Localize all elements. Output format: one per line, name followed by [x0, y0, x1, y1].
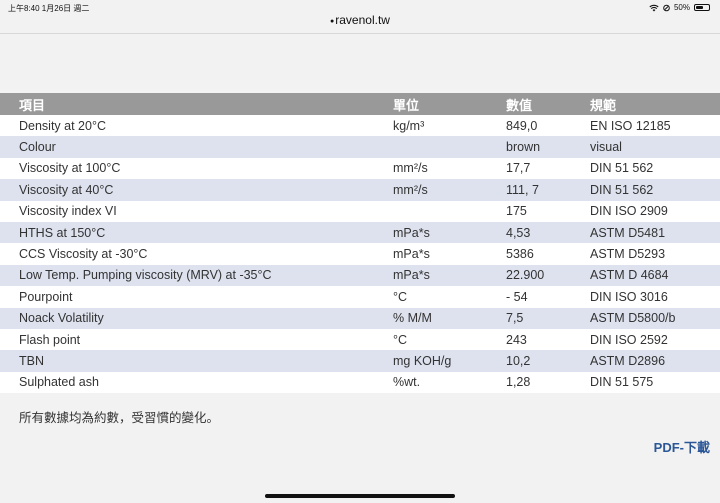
table-row: Flash point °C 243 DIN ISO 2592 [0, 328, 720, 351]
table-row: Viscosity index VI 175 DIN ISO 2909 [0, 200, 720, 222]
row-item: Low Temp. Pumping viscosity (MRV) at -35… [0, 264, 393, 287]
row-value: 7,5 [506, 307, 590, 329]
row-unit: °C [393, 328, 506, 351]
row-unit: °C [393, 286, 506, 308]
row-unit: mPa*s [393, 264, 506, 287]
table-row: Low Temp. Pumping viscosity (MRV) at -35… [0, 264, 720, 287]
row-item: Sulphated ash [0, 371, 393, 394]
home-indicator[interactable] [265, 494, 455, 498]
url-text: ravenol.tw [335, 13, 390, 27]
toolbar-divider [0, 33, 720, 34]
table-row: Viscosity at 100°C mm²/s 17,7 DIN 51 562 [0, 157, 720, 180]
row-item: HTHS at 150°C [0, 221, 393, 244]
row-spec: ASTM D5481 [590, 221, 720, 244]
table-row: Noack Volatility % M/M 7,5 ASTM D5800/b [0, 307, 720, 329]
row-spec: DIN ISO 3016 [590, 286, 720, 308]
header-spec: 規範 [590, 93, 720, 115]
table-row: CCS Viscosity at -30°C mPa*s 5386 ASTM D… [0, 243, 720, 265]
table-row: Sulphated ash %wt. 1,28 DIN 51 575 [0, 371, 720, 394]
row-unit [393, 200, 506, 222]
row-unit [393, 136, 506, 158]
row-value: 17,7 [506, 157, 590, 180]
row-unit: mPa*s [393, 221, 506, 244]
row-unit: %wt. [393, 371, 506, 394]
row-spec: DIN 51 562 [590, 179, 720, 201]
row-spec: DIN ISO 2592 [590, 328, 720, 351]
table-row: Density at 20°C kg/m³ 849,0 EN ISO 12185 [0, 115, 720, 137]
table-row: TBN mg KOH/g 10,2 ASTM D2896 [0, 350, 720, 372]
row-value: 10,2 [506, 350, 590, 372]
row-unit: kg/m³ [393, 115, 506, 137]
row-item: Noack Volatility [0, 307, 393, 329]
row-value: 4,53 [506, 221, 590, 244]
table-row: Colour brown visual [0, 136, 720, 158]
row-item: Colour [0, 136, 393, 158]
location-icon [663, 4, 670, 11]
pdf-download-link[interactable]: PDF-下載 [654, 437, 710, 456]
table-row: Viscosity at 40°C mm²/s 111, 7 DIN 51 56… [0, 179, 720, 201]
row-spec: DIN ISO 2909 [590, 200, 720, 222]
row-item: Density at 20°C [0, 115, 393, 137]
address-bar[interactable]: ●ravenol.tw [0, 13, 720, 33]
row-value: 849,0 [506, 115, 590, 137]
status-indicators: 50% [649, 3, 710, 12]
row-spec: ASTM D5800/b [590, 307, 720, 329]
row-value: 243 [506, 328, 590, 351]
row-spec: ASTM D2896 [590, 350, 720, 372]
row-value: 1,28 [506, 371, 590, 394]
row-value: 22.900 [506, 264, 590, 287]
row-value: 111, 7 [506, 179, 590, 201]
row-value: brown [506, 136, 590, 158]
header-item: 項目 [0, 93, 393, 115]
row-value: 5386 [506, 243, 590, 265]
row-item: Viscosity at 40°C [0, 179, 393, 201]
row-spec: EN ISO 12185 [590, 115, 720, 137]
row-spec: DIN 51 562 [590, 157, 720, 180]
row-item: Viscosity index VI [0, 200, 393, 222]
row-unit: mg KOH/g [393, 350, 506, 372]
header-unit: 單位 [393, 93, 506, 115]
row-item: TBN [0, 350, 393, 372]
row-item: Flash point [0, 328, 393, 351]
row-value: 175 [506, 200, 590, 222]
table-row: HTHS at 150°C mPa*s 4,53 ASTM D5481 [0, 221, 720, 244]
table-row: Pourpoint °C - 54 DIN ISO 3016 [0, 286, 720, 308]
row-unit: mm²/s [393, 179, 506, 201]
row-item: CCS Viscosity at -30°C [0, 243, 393, 265]
header-value: 數值 [506, 93, 590, 115]
row-spec: visual [590, 136, 720, 158]
row-value: - 54 [506, 286, 590, 308]
row-spec: ASTM D 4684 [590, 264, 720, 287]
row-item: Viscosity at 100°C [0, 157, 393, 180]
row-item: Pourpoint [0, 286, 393, 308]
footnote-text: 所有數據均為約數，受習慣的變化。 [19, 411, 220, 425]
row-unit: mPa*s [393, 243, 506, 265]
table-header-row: 項目 單位 數值 規範 [0, 93, 720, 115]
lock-icon: ● [330, 18, 335, 25]
row-unit: % M/M [393, 307, 506, 329]
status-bar: 上午8:40 1月26日 週二 50% [0, 0, 720, 14]
wifi-icon [649, 4, 659, 11]
battery-icon [694, 4, 710, 11]
row-spec: DIN 51 575 [590, 371, 720, 394]
row-spec: ASTM D5293 [590, 243, 720, 265]
battery-percent: 50% [673, 3, 690, 12]
spec-table: 項目 單位 數值 規範 Density at 20°C kg/m³ 849,0 … [0, 93, 720, 394]
row-unit: mm²/s [393, 157, 506, 180]
